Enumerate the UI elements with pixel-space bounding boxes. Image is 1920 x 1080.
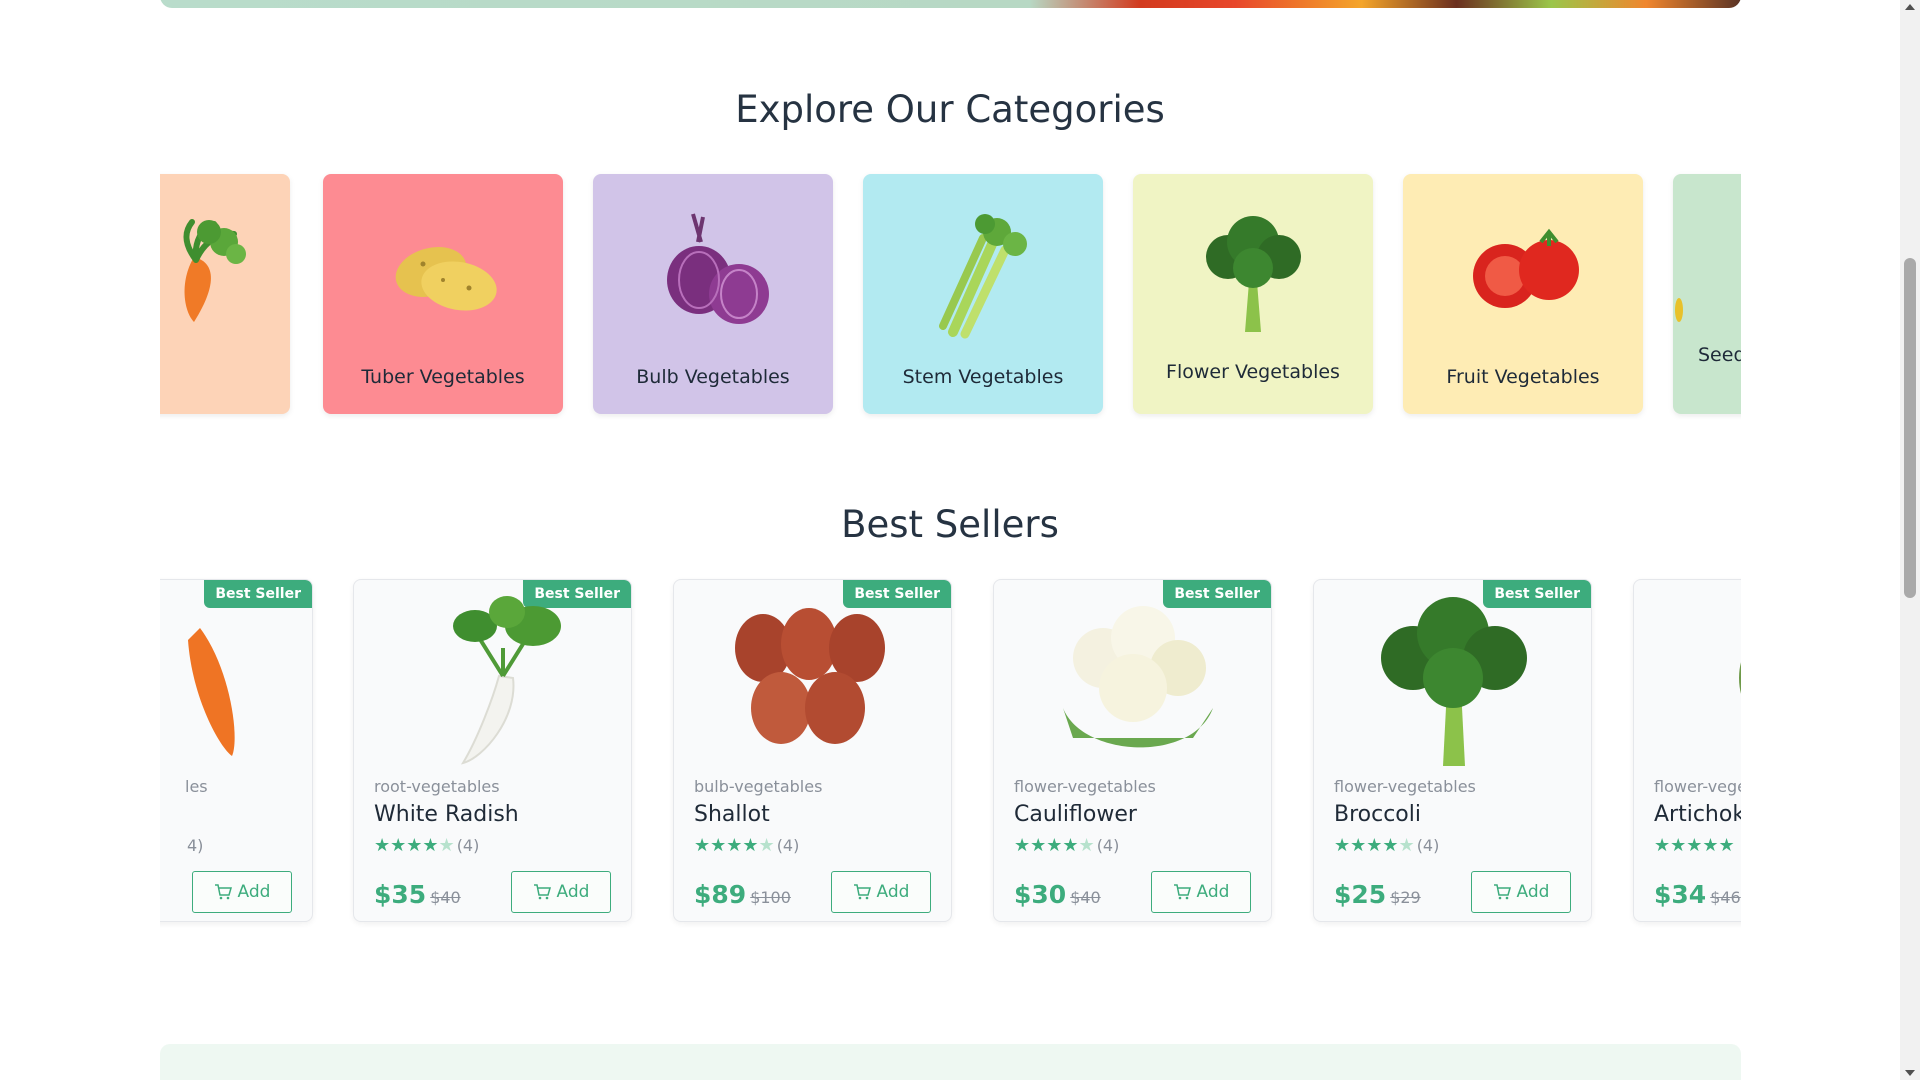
categories-carousel[interactable]: egetables Tuber Vegetables Bulb Vegetabl… bbox=[160, 170, 1741, 420]
onion-icon bbox=[667, 213, 769, 324]
category-card-seed[interactable]: Seed bbox=[1673, 174, 1741, 414]
category-label: Stem Vegetables bbox=[902, 366, 1064, 388]
broccoli-icon bbox=[1206, 216, 1301, 332]
product-name: Broccoli bbox=[1334, 802, 1421, 827]
potato-icon bbox=[395, 247, 497, 311]
product-card[interactable]: Best Seller bulb-vegetables Shallot ★★★★… bbox=[673, 579, 952, 922]
product-category: flower-vegetables bbox=[1654, 777, 1741, 796]
product-category: flower-vegetables bbox=[1014, 777, 1156, 796]
cart-icon bbox=[1493, 884, 1511, 900]
product-name: Shallot bbox=[694, 802, 770, 827]
category-label: Flower Vegetables bbox=[1166, 361, 1340, 383]
shallot-icon bbox=[734, 608, 885, 744]
category-label: Tuber Vegetables bbox=[361, 366, 525, 388]
category-card-fruit[interactable]: Fruit Vegetables bbox=[1403, 174, 1643, 414]
tomato-icon bbox=[1473, 228, 1579, 308]
product-card[interactable]: Best Seller les 4) Add bbox=[160, 579, 313, 922]
celery-icon bbox=[939, 214, 1027, 339]
old-price: $100 bbox=[750, 888, 791, 907]
old-price: $40 bbox=[1070, 888, 1101, 907]
category-card-root[interactable]: egetables bbox=[160, 174, 290, 414]
old-price: $40 bbox=[430, 888, 461, 907]
product-category: root-vegetables bbox=[374, 777, 500, 796]
scroll-up-arrow-icon[interactable] bbox=[1905, 4, 1915, 10]
product-name: Artichoke bbox=[1654, 802, 1741, 827]
product-card[interactable]: Best Seller root-vegetables White Radish… bbox=[353, 579, 632, 922]
categories-title: Explore Our Categories bbox=[735, 88, 1165, 131]
product-card[interactable]: flower-vegetables Artichoke ★★★★★ $34$46 bbox=[1633, 579, 1741, 922]
product-rating: ★★★★★ (4) bbox=[694, 835, 800, 856]
cart-icon bbox=[533, 884, 551, 900]
product-rating: ★★★★★ (4) bbox=[1334, 835, 1440, 856]
product-rating: ★★★★★ (4) bbox=[374, 835, 480, 856]
product-card[interactable]: Best Seller flower-vegetables Broccoli ★… bbox=[1313, 579, 1592, 922]
cauliflower-icon bbox=[1062, 606, 1213, 748]
page: Explore Our Categories egetables Tuber V… bbox=[0, 0, 1900, 1080]
category-label: Seed bbox=[1698, 344, 1741, 366]
old-price: $46 bbox=[1710, 888, 1741, 907]
cart-icon bbox=[214, 884, 232, 900]
product-name: White Radish bbox=[374, 802, 519, 827]
add-to-cart-button[interactable]: Add bbox=[1151, 871, 1251, 913]
hero-banner-bottom bbox=[160, 0, 1741, 8]
old-price: $29 bbox=[1390, 888, 1421, 907]
add-to-cart-button[interactable]: Add bbox=[831, 871, 931, 913]
product-price: $34 $46 bbox=[1654, 880, 1741, 909]
product-price: $25 $29 bbox=[1334, 880, 1421, 909]
page-scrollbar[interactable] bbox=[1900, 0, 1920, 1080]
product-rating: ★★★★★ (4) bbox=[1014, 835, 1120, 856]
carrot-icon bbox=[188, 628, 235, 756]
radish-icon bbox=[452, 596, 561, 765]
artichoke-icon bbox=[1739, 662, 1741, 694]
category-label: Bulb Vegetables bbox=[636, 366, 790, 388]
category-card-flower[interactable]: Flower Vegetables bbox=[1133, 174, 1373, 414]
product-category: flower-vegetables bbox=[1334, 777, 1476, 796]
seed-icon bbox=[1675, 298, 1683, 322]
add-to-cart-button[interactable]: Add bbox=[192, 871, 292, 913]
category-card-bulb[interactable]: Bulb Vegetables bbox=[593, 174, 833, 414]
category-card-tuber[interactable]: Tuber Vegetables bbox=[323, 174, 563, 414]
scrollbar-thumb[interactable] bbox=[1904, 258, 1916, 598]
broccoli-icon bbox=[1380, 597, 1527, 766]
add-to-cart-button[interactable]: Add bbox=[511, 871, 611, 913]
category-label: Fruit Vegetables bbox=[1446, 366, 1600, 388]
cart-icon bbox=[853, 884, 871, 900]
add-to-cart-button[interactable]: Add bbox=[1471, 871, 1571, 913]
product-name: Cauliflower bbox=[1014, 802, 1137, 827]
product-price: $30 $40 bbox=[1014, 880, 1101, 909]
footer-banner bbox=[160, 1044, 1741, 1080]
category-label: egetables bbox=[160, 366, 290, 388]
carrot-icon bbox=[183, 219, 246, 322]
scroll-down-arrow-icon[interactable] bbox=[1905, 1070, 1915, 1076]
product-price: $89 $100 bbox=[694, 880, 791, 909]
category-card-stem[interactable]: Stem Vegetables bbox=[863, 174, 1103, 414]
product-price: $35 $40 bbox=[374, 880, 461, 909]
product-rating: ★★★★★ bbox=[1654, 835, 1735, 856]
product-card[interactable]: Best Seller flower-vegetables Cauliflowe… bbox=[993, 579, 1272, 922]
product-category: les bbox=[185, 777, 208, 796]
best-sellers-carousel[interactable]: Best Seller les 4) Add Best Seller root-… bbox=[160, 575, 1741, 935]
product-rating: 4) bbox=[187, 836, 204, 855]
cart-icon bbox=[1173, 884, 1191, 900]
best-sellers-title: Best Sellers bbox=[841, 503, 1059, 546]
product-category: bulb-vegetables bbox=[694, 777, 823, 796]
